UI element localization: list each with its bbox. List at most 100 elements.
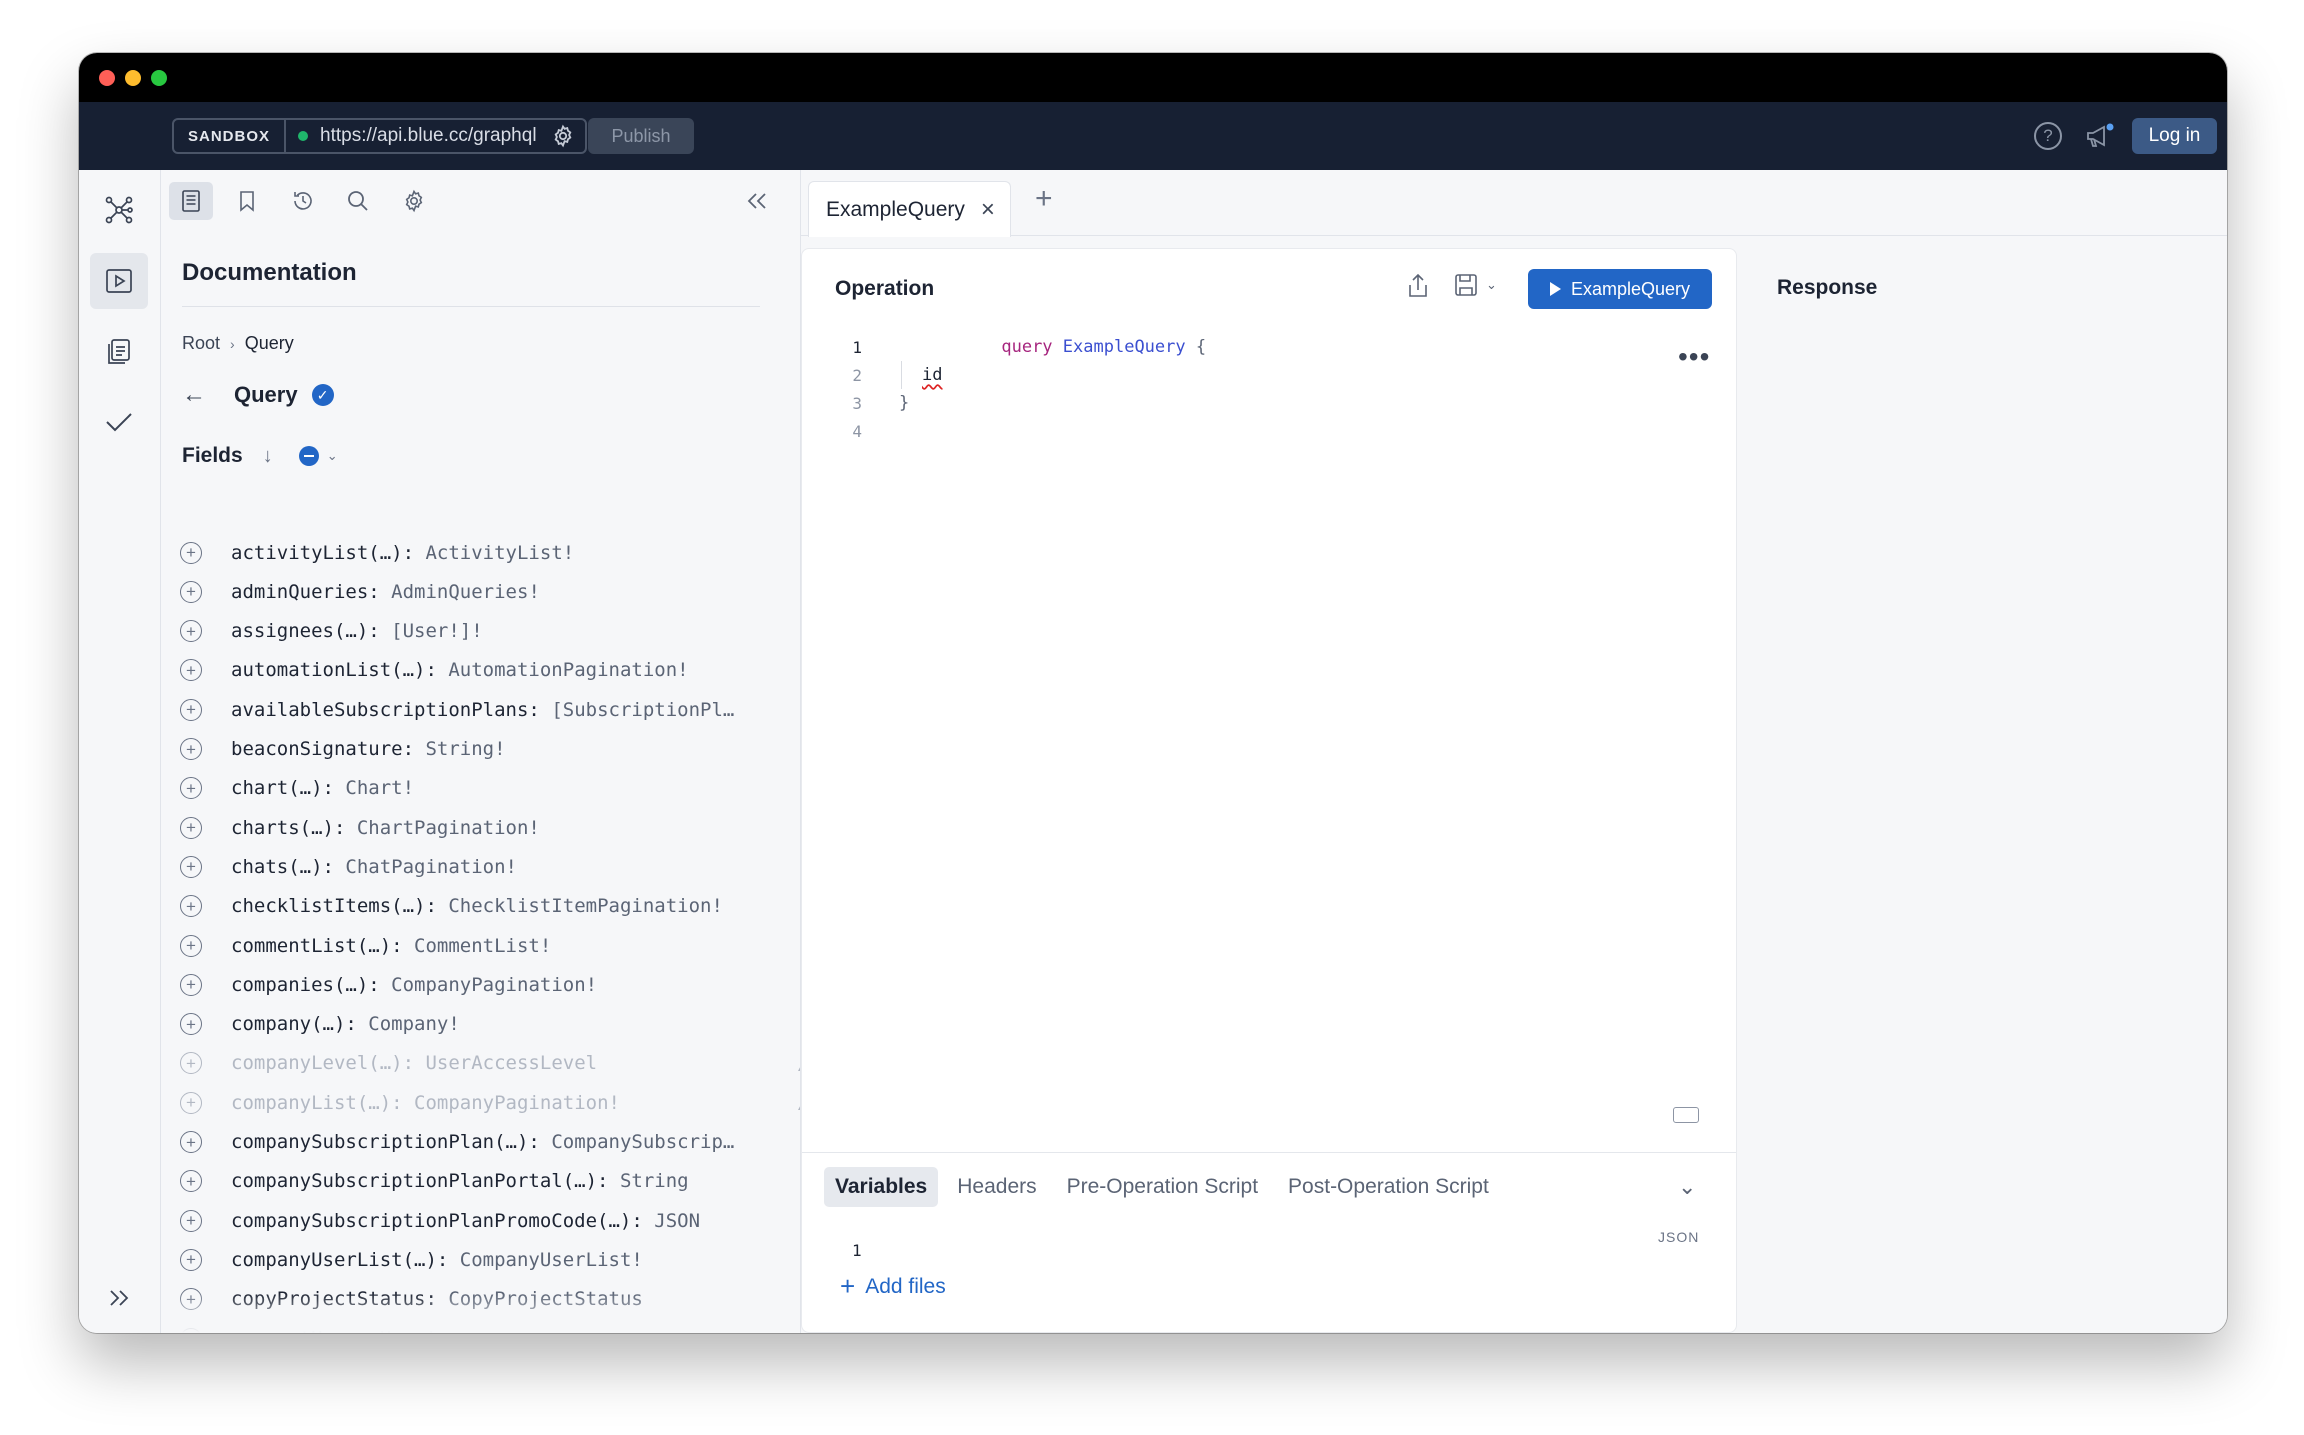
- add-tab-icon[interactable]: +: [1035, 182, 1053, 216]
- field-type[interactable]: CompanyPagination!: [414, 1092, 620, 1114]
- list-item[interactable]: + adminQueries: AdminQueries!: [161, 572, 800, 611]
- bookmarks-button[interactable]: [225, 182, 269, 220]
- help-icon[interactable]: ?: [2034, 122, 2062, 150]
- history-button[interactable]: [281, 182, 325, 220]
- add-field-icon[interactable]: +: [180, 1170, 202, 1193]
- nav-schema[interactable]: [90, 182, 148, 238]
- field-type[interactable]: String: [620, 1170, 689, 1192]
- field-type[interactable]: CompanyPagination!: [391, 974, 597, 996]
- chevron-down-icon[interactable]: ⌄: [1486, 277, 1497, 293]
- add-field-icon[interactable]: +: [180, 1091, 202, 1114]
- settings-button[interactable]: [392, 182, 436, 220]
- add-field-icon[interactable]: +: [180, 973, 202, 996]
- list-item[interactable]: + companyUserList(…): CompanyUserList!: [161, 1240, 800, 1279]
- list-item[interactable]: + companyLevel(…): UserAccessLevel: [161, 1044, 800, 1083]
- tab-pre-operation-script[interactable]: Pre-Operation Script: [1056, 1167, 1269, 1207]
- maximize-window-button[interactable]: [151, 70, 167, 86]
- field-type[interactable]: Company!: [368, 1013, 460, 1035]
- login-button[interactable]: Log in: [2132, 118, 2217, 154]
- list-item[interactable]: + assignees(…): [User!]!: [161, 612, 800, 651]
- add-field-icon[interactable]: +: [180, 1013, 202, 1036]
- add-field-icon[interactable]: +: [180, 855, 202, 878]
- expand-sidebar-button[interactable]: [90, 1270, 148, 1326]
- minimize-window-button[interactable]: [125, 70, 141, 86]
- more-options-icon[interactable]: •••: [1678, 341, 1710, 373]
- field-type[interactable]: ChartPagination!: [357, 817, 540, 839]
- add-field-icon[interactable]: +: [180, 777, 202, 800]
- list-item[interactable]: + automationList(…): AutomationPagination…: [161, 651, 800, 690]
- list-item[interactable]: + chart(…): Chart!: [161, 769, 800, 808]
- publish-button[interactable]: Publish: [588, 118, 694, 154]
- field-type[interactable]: AutomationPagination!: [448, 659, 688, 681]
- search-button[interactable]: [336, 182, 380, 220]
- add-field-icon[interactable]: +: [180, 934, 202, 957]
- list-item[interactable]: + beaconSignature: String!: [161, 730, 800, 769]
- field-type[interactable]: [User!]!: [391, 620, 483, 642]
- add-files-button[interactable]: + Add files: [840, 1271, 946, 1302]
- add-field-icon[interactable]: +: [180, 698, 202, 721]
- close-window-button[interactable]: [99, 70, 115, 86]
- chevron-down-icon[interactable]: ⌄: [327, 448, 338, 464]
- field-type[interactable]: Chart!: [345, 777, 414, 799]
- docs-tab-button[interactable]: [169, 182, 213, 220]
- add-field-icon[interactable]: +: [180, 1248, 202, 1271]
- list-item[interactable]: + companySubscriptionPlanPortal(…): Strin…: [161, 1162, 800, 1201]
- list-item[interactable]: + companies(…): CompanyPagination!: [161, 965, 800, 1004]
- add-field-icon[interactable]: +: [180, 1131, 202, 1153]
- field-type[interactable]: AdminQueries!: [391, 581, 540, 603]
- list-item[interactable]: + commentList(…): CommentList!: [161, 926, 800, 965]
- list-item[interactable]: + companyList(…): CompanyPagination!: [161, 1083, 800, 1122]
- add-field-icon[interactable]: +: [180, 541, 202, 564]
- collapse-docs-button[interactable]: [735, 182, 779, 220]
- add-field-icon[interactable]: +: [180, 620, 202, 643]
- tab-example-query[interactable]: ExampleQuery ×: [808, 181, 1011, 237]
- back-arrow-icon[interactable]: ←: [182, 381, 210, 409]
- field-type[interactable]: String!: [425, 738, 505, 760]
- field-type[interactable]: UserAccessLevel: [425, 1052, 597, 1074]
- field-type[interactable]: [SubscriptionPl…: [551, 699, 734, 721]
- list-item[interactable]: + chats(…): ChatPagination!: [161, 847, 800, 886]
- divider: [802, 1152, 1736, 1153]
- field-type[interactable]: ActivityList!: [425, 542, 574, 564]
- tab-headers[interactable]: Headers: [946, 1167, 1047, 1207]
- nav-validation[interactable]: [90, 394, 148, 450]
- field-type[interactable]: ChatPagination!: [345, 856, 517, 878]
- breadcrumb-root[interactable]: Root: [182, 333, 220, 354]
- field-type[interactable]: CompanyUserList!: [460, 1249, 643, 1271]
- add-field-icon[interactable]: +: [180, 659, 202, 682]
- sort-arrow-icon[interactable]: ↓: [263, 445, 273, 468]
- close-icon[interactable]: ×: [981, 196, 995, 224]
- keyboard-icon[interactable]: [1673, 1107, 1699, 1123]
- gear-icon[interactable]: [551, 124, 575, 148]
- add-field-icon[interactable]: +: [180, 738, 202, 760]
- endpoint-url[interactable]: https://api.blue.cc/graphql: [320, 125, 537, 147]
- list-item[interactable]: + availableSubscriptionPlans: [Subscripti…: [161, 690, 800, 729]
- save-button[interactable]: ⌄: [1454, 273, 1497, 297]
- tab-post-operation-script[interactable]: Post-Operation Script: [1277, 1167, 1500, 1207]
- field-type[interactable]: CompanySubscrip…: [551, 1131, 734, 1153]
- add-field-icon[interactable]: +: [180, 580, 202, 603]
- list-item[interactable]: + companySubscriptionPlan(…): CompanySubs…: [161, 1123, 800, 1162]
- field-type[interactable]: JSON: [654, 1210, 700, 1232]
- add-field-icon[interactable]: +: [180, 1209, 202, 1232]
- list-item[interactable]: + charts(…): ChartPagination!: [161, 808, 800, 847]
- list-item[interactable]: + checklistItems(…): ChecklistItemPaginat…: [161, 887, 800, 926]
- megaphone-icon[interactable]: [2085, 122, 2115, 150]
- list-item[interactable]: + company(…): Company!: [161, 1005, 800, 1044]
- add-field-icon[interactable]: +: [180, 895, 202, 918]
- add-field-icon[interactable]: +: [180, 816, 202, 839]
- nav-checks[interactable]: [90, 324, 148, 380]
- tab-variables[interactable]: Variables: [824, 1167, 939, 1207]
- code-line: 3 }: [802, 389, 1736, 417]
- add-field-icon[interactable]: +: [180, 1052, 202, 1075]
- remove-all-fields-icon[interactable]: [298, 446, 319, 466]
- run-operation-button[interactable]: ExampleQuery: [1528, 269, 1712, 309]
- collapse-variables-icon[interactable]: ⌄: [1678, 1174, 1696, 1200]
- field-type[interactable]: CommentList!: [414, 935, 551, 957]
- share-button[interactable]: [1407, 273, 1429, 304]
- nav-explorer[interactable]: [90, 253, 148, 309]
- field-type[interactable]: ChecklistItemPagination!: [448, 895, 723, 917]
- list-item[interactable]: + companySubscriptionPlanPromoCode(…): JS…: [161, 1201, 800, 1240]
- endpoint-input[interactable]: https://api.blue.cc/graphql: [286, 120, 585, 152]
- list-item[interactable]: + activityList(…): ActivityList!: [161, 533, 800, 572]
